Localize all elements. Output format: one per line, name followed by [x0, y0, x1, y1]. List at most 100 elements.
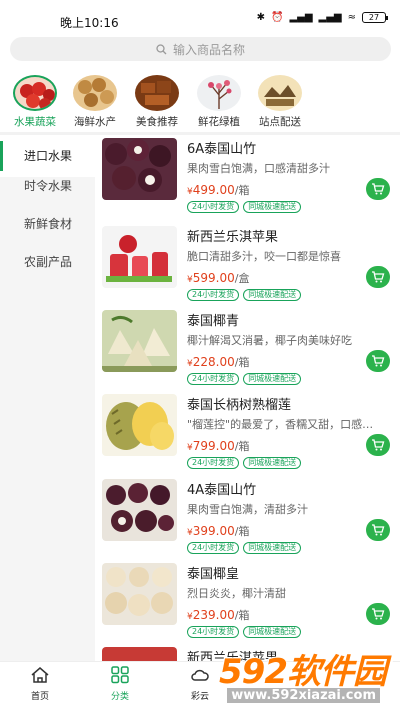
product-tags: 24小时发货 同城极速配送 [187, 201, 302, 213]
category-image [258, 75, 302, 111]
tag-city-delivery: 同城极速配送 [243, 289, 302, 301]
category-image [197, 75, 241, 111]
product-price: ¥239.00/箱 [187, 607, 249, 623]
price-value: 239.00 [192, 608, 235, 622]
product-list: 6A泰国山竹 果肉雪白饱满，口感清甜多汁 ¥499.00/箱 24小时发货 同城极… [95, 135, 400, 661]
bottom-nav: 首页 分类 彩云 [0, 661, 400, 711]
search-placeholder: 输入商品名称 [172, 42, 245, 57]
category-strip: 水果蔬菜 海鲜水产 美食推荐 鲜花绿植 站点配送 [0, 72, 400, 130]
tag-city-delivery: 同城极速配送 [243, 542, 302, 554]
nav-label: 彩云 [190, 692, 209, 702]
nav-label: 首页 [30, 692, 49, 702]
sidebar-item-fresh-ingredients[interactable]: 新鲜食材 [0, 203, 95, 245]
nav-label: 分类 [110, 692, 129, 702]
product-item[interactable]: 新西兰乐淇苹果 [95, 644, 400, 661]
price-unit: /箱 [234, 440, 250, 453]
search-input[interactable]: 输入商品名称 [10, 37, 391, 61]
cart-icon [372, 608, 385, 620]
product-image [102, 226, 177, 288]
price-value: 799.00 [192, 439, 235, 453]
category-fruit-veg[interactable]: 水果蔬菜 [5, 72, 65, 130]
product-item[interactable]: 泰国椰青 椰汁解渴又消暑，椰子肉美味好吃 ¥228.00/箱 24小时发货 同城极… [95, 307, 400, 391]
tag-city-delivery: 同城极速配送 [243, 373, 302, 385]
add-to-cart-button[interactable] [366, 266, 390, 288]
signal-icon: ▂▄▆ [289, 12, 313, 23]
product-name: 泰国长柄树熟榴莲 [187, 398, 292, 413]
price-value: 499.00 [192, 183, 235, 197]
add-to-cart-button[interactable] [366, 350, 390, 372]
cart-icon [372, 271, 385, 283]
price-unit: /箱 [234, 356, 250, 369]
product-desc: 椰汁解渴又消暑，椰子肉美味好吃 [187, 334, 352, 347]
home-icon [31, 667, 49, 683]
add-to-cart-button[interactable] [366, 434, 390, 456]
search-icon [156, 43, 167, 54]
category-label: 站点配送 [259, 116, 301, 128]
product-price: ¥599.00/盒 [187, 270, 249, 286]
product-tags: 24小时发货 同城极速配送 [187, 289, 302, 301]
product-price: ¥799.00/箱 [187, 438, 249, 454]
product-item[interactable]: 4A泰国山竹 果肉雪白饱满，清甜多汁 ¥399.00/箱 24小时发货 同城极速配… [95, 476, 400, 560]
product-image [102, 394, 177, 456]
category-flowers[interactable]: 鲜花绿植 [189, 72, 249, 130]
product-price: ¥228.00/箱 [187, 354, 249, 370]
cart-icon [372, 439, 385, 451]
category-station-delivery[interactable]: 站点配送 [250, 72, 310, 130]
nav-cloud[interactable]: 彩云 [170, 666, 230, 702]
category-label: 美食推荐 [136, 116, 178, 128]
tag-24h-shipping: 24小时发货 [187, 626, 240, 638]
battery-icon: 27 [362, 12, 388, 23]
category-label: 水果蔬菜 [14, 116, 56, 128]
product-name: 新西兰乐淇苹果 [187, 651, 279, 661]
product-desc: 烈日炎炎，椰汁清甜 [187, 587, 286, 600]
status-bar: 晚上10:16 ✱ ⏰ ▂▄▆ ▂▄▆ ≈ 27 [0, 0, 400, 34]
product-item[interactable]: 泰国椰皇 烈日炎炎，椰汁清甜 ¥239.00/箱 24小时发货 同城极速配送 [95, 560, 400, 644]
category-image [73, 75, 117, 111]
tag-24h-shipping: 24小时发货 [187, 542, 240, 554]
tag-city-delivery: 同城极速配送 [243, 201, 302, 213]
cart-icon [372, 524, 385, 536]
add-to-cart-button[interactable] [366, 178, 390, 200]
add-to-cart-button[interactable] [366, 603, 390, 625]
status-icons: ✱ ⏰ ▂▄▆ ▂▄▆ ≈ 27 [257, 12, 388, 23]
product-image [102, 138, 177, 200]
category-label: 鲜花绿植 [198, 116, 240, 128]
price-unit: /箱 [234, 609, 250, 622]
product-price: ¥499.00/箱 [187, 182, 249, 198]
cart-icon [372, 183, 385, 195]
product-item[interactable]: 泰国长柄树熟榴莲 "榴莲控"的最爱了，香糯又甜，口感特... ¥799.00/箱… [95, 391, 400, 475]
product-name: 4A泰国山竹 [187, 483, 257, 498]
tag-24h-shipping: 24小时发货 [187, 289, 240, 301]
price-unit: /箱 [234, 525, 250, 538]
product-image [102, 563, 177, 625]
category-image [135, 75, 179, 111]
grid-icon [111, 666, 129, 684]
nav-home[interactable]: 首页 [10, 666, 70, 702]
sidebar-item-farm-products[interactable]: 农副产品 [0, 241, 95, 283]
sidebar-item-seasonal-fruit[interactable]: 时令水果 [0, 165, 95, 207]
tag-city-delivery: 同城极速配送 [243, 457, 302, 469]
product-desc: "榴莲控"的最爱了，香糯又甜，口感特... [187, 418, 377, 431]
product-desc: 脆口清甜多汁，咬一口都是惊喜 [187, 250, 341, 263]
product-tags: 24小时发货 同城极速配送 [187, 542, 302, 554]
product-desc: 果肉雪白饱满，清甜多汁 [187, 503, 308, 516]
product-image [102, 479, 177, 541]
signal-icon: ▂▄▆ [318, 12, 342, 23]
price-value: 228.00 [192, 355, 235, 369]
category-food[interactable]: 美食推荐 [127, 72, 187, 130]
product-image [102, 647, 177, 661]
product-item[interactable]: 新西兰乐淇苹果 脆口清甜多汁，咬一口都是惊喜 ¥599.00/盒 24小时发货同… [95, 223, 400, 307]
nav-category[interactable]: 分类 [90, 666, 150, 702]
product-item[interactable]: 6A泰国山竹 果肉雪白饱满，口感清甜多汁 ¥499.00/箱 24小时发货 同城极… [95, 135, 400, 219]
sidebar: 进口水果 时令水果 新鲜食材 农副产品 [0, 135, 95, 661]
price-value: 399.00 [192, 524, 235, 538]
product-name: 6A泰国山竹 [187, 142, 257, 157]
product-name: 泰国椰皇 [187, 567, 240, 582]
alarm-icon: ⏰ [271, 12, 284, 23]
add-to-cart-button[interactable] [366, 519, 390, 541]
tag-city-delivery: 同城极速配送 [243, 626, 302, 638]
product-name: 新西兰乐淇苹果 [187, 230, 279, 245]
category-seafood[interactable]: 海鲜水产 [65, 72, 125, 130]
cart-icon [372, 355, 385, 367]
price-value: 599.00 [192, 271, 235, 285]
